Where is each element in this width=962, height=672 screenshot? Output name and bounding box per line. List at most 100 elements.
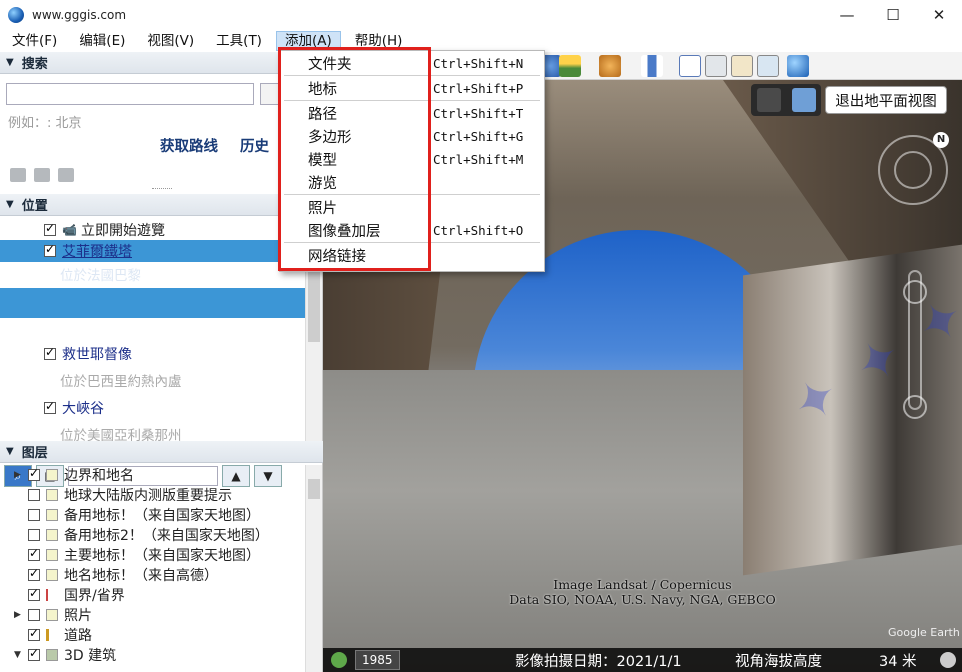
checkbox[interactable] [28,529,40,541]
email-icon[interactable] [679,55,701,77]
list-item-link[interactable]: 艾菲爾鐵塔 [62,241,132,261]
layer-row[interactable]: 备用地标2！（来自国家天地图） [0,525,305,545]
collapse-triangle-icon: ▼ [6,446,14,457]
checkbox[interactable] [44,345,56,360]
menu-edit[interactable]: 编辑(E) [71,31,133,51]
checkbox[interactable] [28,646,40,661]
title-bar: www.gggis.com — ☐ ✕ [0,0,962,30]
exit-ground-view-button[interactable]: 退出地平面视图 [825,86,947,114]
layer-icon [46,549,58,561]
places-panel-header[interactable]: ▼ 位置 [0,194,323,216]
history-link[interactable]: 历史 [240,135,269,156]
photo-icon [46,609,58,621]
road-icon [46,629,58,641]
close-button[interactable]: ✕ [916,0,962,30]
layer-icon [46,509,58,521]
collapse-triangle-icon: ▼ [6,199,14,210]
person-icon[interactable] [756,88,781,112]
layer-row[interactable]: 备用地标！（来自国家天地图） [0,505,305,525]
planet-icon[interactable] [599,55,621,77]
layer-row[interactable]: ▼ 3D 建筑 [0,645,305,665]
layers-scrollbar[interactable] [305,465,322,672]
scrollbar-thumb[interactable] [308,479,320,499]
flag-icon [46,469,58,481]
add-folder-icon[interactable] [10,168,26,182]
checkbox[interactable] [28,626,40,641]
list-item-subtitle: 位於法國巴黎 [60,268,141,284]
north-indicator-icon[interactable]: N [933,132,949,148]
layer-label: 备用地标2！（来自国家天地图） [64,528,269,544]
checkbox[interactable] [28,466,40,481]
maximize-button[interactable]: ☐ [870,0,916,30]
sunlight-icon[interactable] [559,55,581,77]
list-item-link[interactable]: 救世耶督像 [62,344,132,364]
layer-row[interactable]: 国界/省界 [0,585,305,605]
list-item[interactable]: 📹 立即開始遊覽 [0,218,305,242]
copy-icon[interactable] [34,168,50,182]
get-route-link[interactable]: 获取路线 [160,135,218,156]
search-panel-header[interactable]: ▼ 搜索 [0,52,323,74]
list-item-selected[interactable]: 艾菲爾鐵塔 [0,240,305,262]
building-view-icon[interactable] [791,88,816,112]
expand-arrow-icon[interactable]: ▼ [14,650,28,660]
scale-readout: 34 米 [879,654,917,670]
map-icon[interactable] [731,55,753,77]
checkbox[interactable] [28,489,40,501]
highlight-annotation-box [278,47,431,271]
checkbox[interactable] [44,399,56,414]
layer-label: 国界/省界 [64,588,125,604]
layer-row[interactable]: 主要地标！（来自国家天地图） [0,545,305,565]
checkbox[interactable] [44,242,56,257]
layer-row[interactable]: ▶ 照片 [0,605,305,625]
layer-label: 3D 建筑 [64,648,117,664]
list-item-subtitle: 位於巴西里約熱內盧 [60,374,182,390]
places-header-label: 位置 [21,199,48,214]
list-item[interactable]: 救世耶督像 [0,342,305,366]
checkbox[interactable] [28,546,40,561]
menu-file[interactable]: 文件(F) [4,31,65,51]
zoom-slider-knob[interactable] [903,280,927,304]
list-item-link[interactable]: 大峽谷 [62,398,104,418]
layer-label: 备用地标！（来自国家天地图） [64,508,260,524]
layer-row[interactable]: ▶ 边界和地名 [0,465,305,485]
expand-arrow-icon[interactable]: ▶ [14,470,28,480]
layer-row[interactable]: 地名地标！（来自高德） [0,565,305,585]
historical-imagery-icon[interactable] [331,652,347,668]
imagery-credit: Image Landsat / Copernicus [553,577,732,592]
checkbox[interactable] [28,609,40,621]
layer-icon [46,489,58,501]
checkbox[interactable] [28,566,40,581]
layer-label: 边界和地名 [64,468,134,484]
zoom-slider-knob-bottom[interactable] [903,395,927,419]
layer-row[interactable]: 地球大陆版内测版重要提示 [0,485,305,505]
image-icon[interactable] [757,55,779,77]
print-icon[interactable] [58,168,74,182]
list-item[interactable]: 大峽谷 [0,396,305,420]
layer-label: 地名地标！（来自高德） [64,568,218,584]
imagery-year[interactable]: 1985 [355,650,400,670]
checkbox[interactable] [28,586,40,601]
checkbox[interactable] [44,221,56,236]
eye-altitude: 视角海拔高度 [735,654,822,670]
menu-view[interactable]: 视图(V) [139,31,202,51]
checkbox[interactable] [28,509,40,521]
resize-grip[interactable] [152,188,172,191]
earth-icon[interactable] [787,55,809,77]
search-input[interactable] [6,83,254,105]
menu-tools[interactable]: 工具(T) [208,31,270,51]
layers-list: ▶ 边界和地名 地球大陆版内测版重要提示 备用地标！（来自国家天地图） 备用地标2… [0,465,305,672]
layers-header-label: 图层 [21,446,48,461]
layer-label: 主要地标！（来自国家天地图） [64,548,260,564]
print-icon[interactable] [705,55,727,77]
data-credit: Data SIO, NOAA, U.S. Navy, NGA, GEBCO [509,592,776,607]
expand-arrow-icon[interactable]: ▶ [14,610,28,620]
layer-row[interactable]: 道路 [0,625,305,645]
street-view-toggle[interactable] [751,84,821,116]
window-title: www.gggis.com [32,8,127,22]
globe-app-icon [8,7,24,23]
streaming-status-icon [940,652,956,668]
minimize-button[interactable]: — [824,0,870,30]
building-3d-icon [46,649,58,661]
ruler-icon[interactable] [641,55,663,77]
layers-panel-header[interactable]: ▼ 图层 [0,441,323,463]
